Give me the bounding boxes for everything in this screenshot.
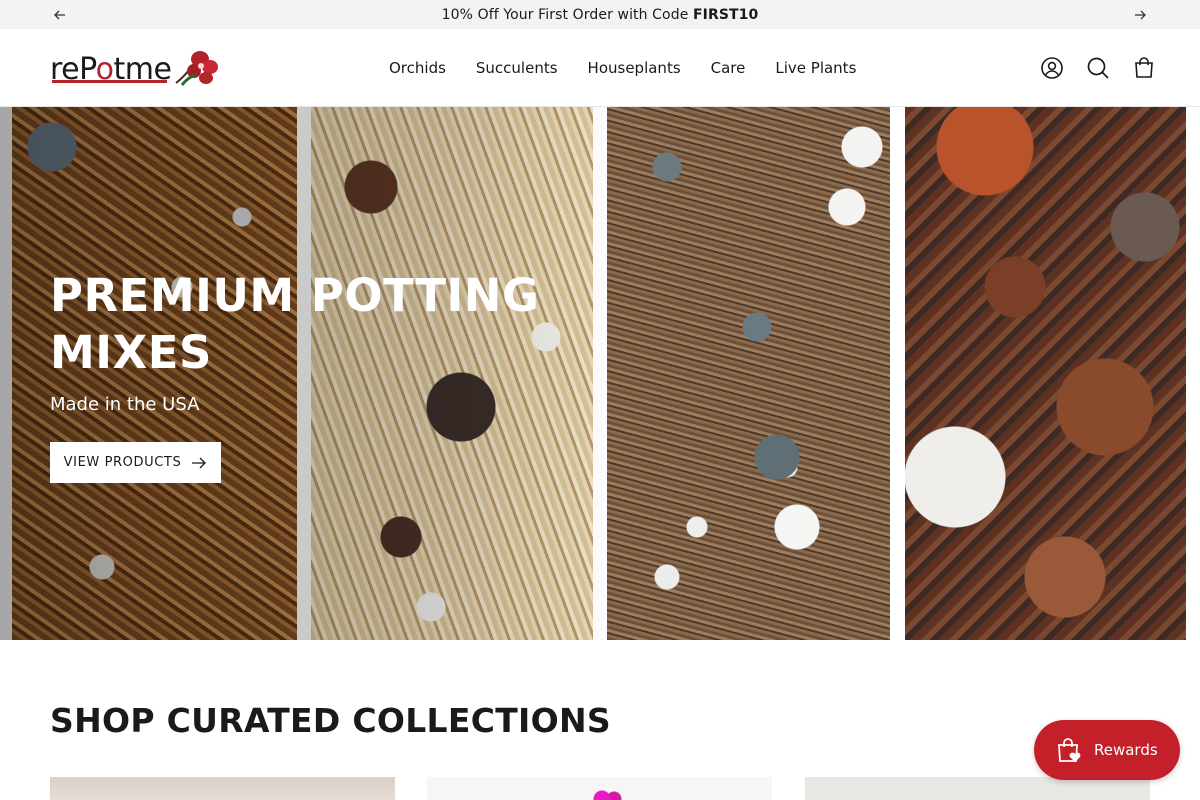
cart-button[interactable]	[1128, 52, 1160, 84]
nav-orchids[interactable]: Orchids	[374, 59, 461, 77]
cart-icon	[1135, 57, 1153, 78]
arrow-right-icon	[1135, 10, 1146, 19]
view-products-label: VIEW PRODUCTS	[63, 455, 182, 470]
site-logo[interactable]: rePotme	[50, 47, 222, 91]
logo-underline	[52, 80, 167, 83]
announcement-text: 10% Off Your First Order with Code FIRST…	[442, 7, 759, 23]
announcement-next-button[interactable]	[1120, 0, 1160, 29]
promo-code: FIRST10	[692, 6, 759, 23]
collection-card[interactable]	[427, 777, 772, 800]
hero-image-perlite-mix	[607, 107, 890, 640]
search-button[interactable]	[1082, 52, 1114, 84]
arrow-right-icon	[192, 457, 207, 468]
search-icon	[1087, 57, 1109, 79]
hero-banner: PREMIUM POTTING MIXES Made in the USA VI…	[0, 107, 1200, 640]
rewards-launcher[interactable]: Rewards	[1034, 720, 1180, 780]
hero-image-bark-mix	[905, 107, 1186, 640]
collection-card[interactable]	[805, 777, 1150, 800]
arrow-left-icon	[54, 10, 65, 19]
collections-heading: SHOP CURATED COLLECTIONS	[50, 701, 611, 740]
rewards-bag-heart-icon	[1058, 738, 1081, 762]
account-button[interactable]	[1036, 52, 1068, 84]
hero-subtitle: Made in the USA	[50, 394, 200, 415]
account-icon	[1041, 57, 1063, 79]
orchid-flower-logo-icon	[175, 51, 218, 86]
site-header: rePotme Orchids Succulents Houseplants C…	[0, 29, 1200, 107]
nav-succulents[interactable]: Succulents	[461, 59, 573, 77]
nav-houseplants[interactable]: Houseplants	[573, 59, 696, 77]
view-products-button[interactable]: VIEW PRODUCTS	[50, 442, 221, 483]
announcement-prefix: 10% Off Your First Order with Code	[441, 6, 693, 23]
nav-care[interactable]: Care	[696, 59, 761, 77]
header-actions	[1036, 29, 1160, 107]
orchid-bloom-image	[592, 789, 622, 800]
announcement-bar: 10% Off Your First Order with Code FIRST…	[0, 0, 1200, 29]
main-nav: Orchids Succulents Houseplants Care Live…	[374, 29, 871, 107]
nav-live-plants[interactable]: Live Plants	[760, 59, 871, 77]
announcement-prev-button[interactable]	[40, 0, 80, 29]
rewards-label: Rewards	[1094, 741, 1158, 759]
hero-title: PREMIUM POTTING MIXES	[50, 269, 540, 379]
collection-card[interactable]	[50, 777, 395, 800]
